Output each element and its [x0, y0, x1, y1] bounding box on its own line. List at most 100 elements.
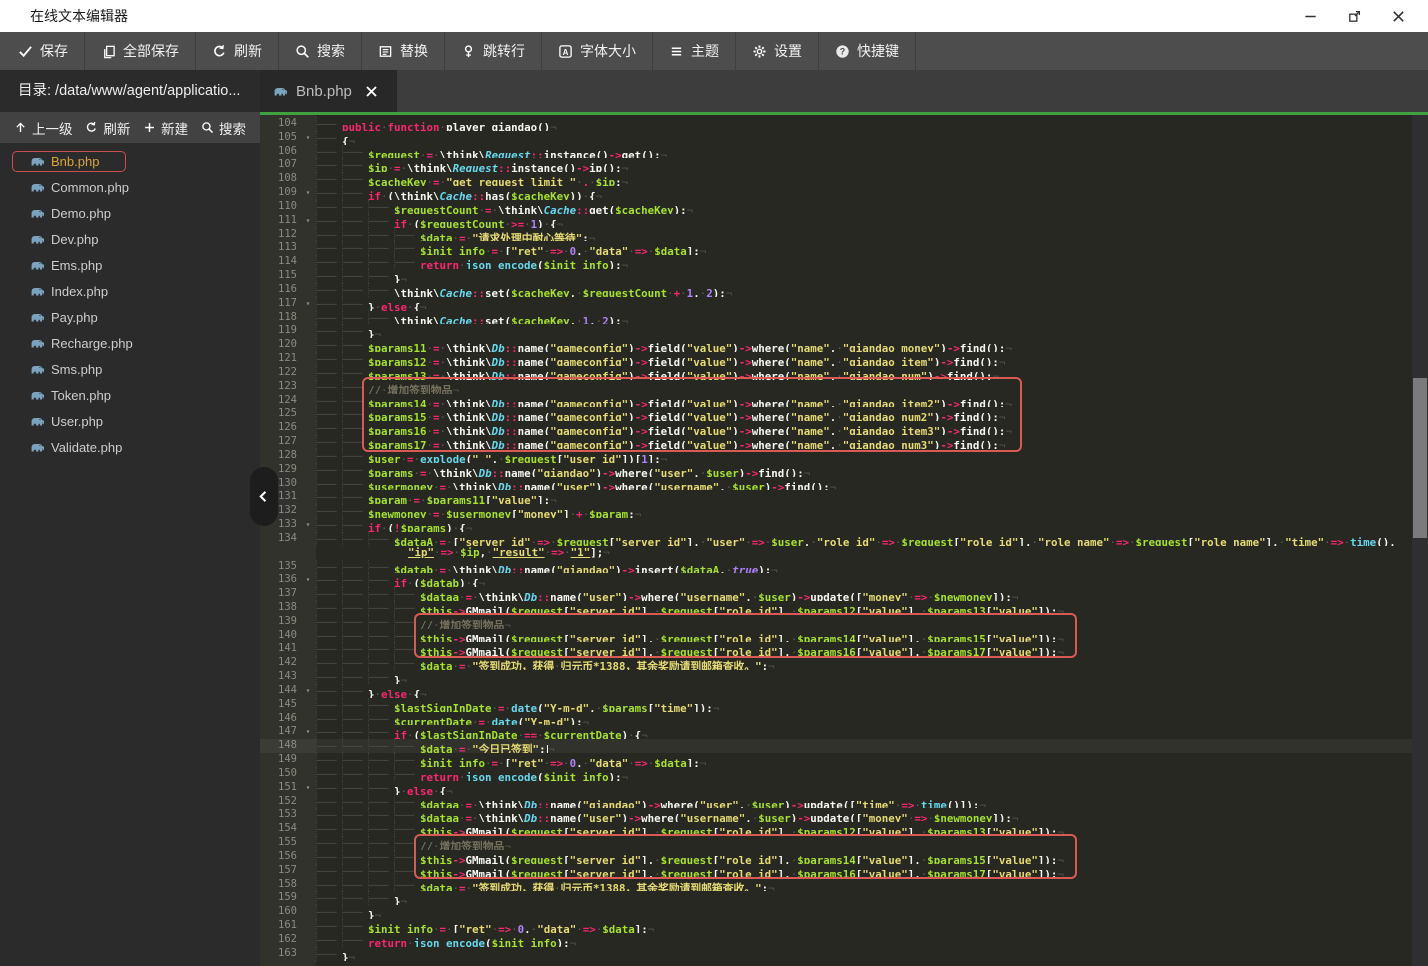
code-text[interactable]: ——————$user·=·explode("_",·$request["use…: [316, 449, 1412, 463]
code-text[interactable]: —————————\think\Cache::set($cacheKey,·1,…: [316, 311, 1412, 325]
code-line[interactable]: 139————————————//·增加签到物品¬: [260, 615, 1412, 629]
file-item-common-php[interactable]: Common.php: [0, 174, 260, 200]
code-text[interactable]: ————————————$init_info·=·["ret"·=>·0,·"d…: [316, 753, 1412, 767]
file-item-sms-php[interactable]: Sms.php: [0, 356, 260, 382]
fold-arrow-icon[interactable]: ▾: [300, 186, 316, 200]
code-line[interactable]: 110—————————$requestCount·=·\think\Cache…: [260, 200, 1412, 214]
file-item-user-php[interactable]: User.php: [0, 408, 260, 434]
code-text[interactable]: ——————}·else·{¬: [316, 297, 1412, 311]
code-text[interactable]: ——————$params·=·\think\Db::name("qiandao…: [316, 463, 1412, 477]
code-text[interactable]: ————————————$dataa·=·\think\Db::name("qi…: [316, 795, 1412, 809]
code-line[interactable]: 157————————————$this->GMmail($request["s…: [260, 864, 1412, 878]
minimize-button[interactable]: [1288, 0, 1332, 32]
code-line[interactable]: 120——————$params11·=·\think\Db::name("ga…: [260, 338, 1412, 352]
code-line[interactable]: 117▾——————}·else·{¬: [260, 297, 1412, 311]
code-text[interactable]: ——————$params12·=·\think\Db::name("gamec…: [316, 352, 1412, 366]
save-button[interactable]: 保存: [0, 32, 85, 70]
code-text[interactable]: ————————————$this->GMmail($request["serv…: [316, 601, 1412, 615]
code-text[interactable]: ——————$params16·=·\think\Db::name("gamec…: [316, 421, 1412, 435]
code-line[interactable]: 115—————————}¬: [260, 269, 1412, 283]
refresh-button[interactable]: 刷新: [196, 32, 279, 70]
code-line[interactable]: 128——————$user·=·explode("_",·$request["…: [260, 449, 1412, 463]
code-text[interactable]: —————————$requestCount·=·\think\Cache::g…: [316, 200, 1412, 214]
code-line[interactable]: 142————————————$data·=·"签到成功，获得·归元币*1388…: [260, 656, 1412, 670]
code-line[interactable]: 150————————————return·json_encode($init_…: [260, 767, 1412, 781]
code-text[interactable]: ————————————$this->GMmail($request["serv…: [316, 822, 1412, 836]
code-line[interactable]: 116—————————\think\Cache::set($cacheKey,…: [260, 283, 1412, 297]
code-line[interactable]: 121——————$params12·=·\think\Db::name("ga…: [260, 352, 1412, 366]
code-line[interactable]: 152————————————$dataa·=·\think\Db::name(…: [260, 795, 1412, 809]
code-text[interactable]: ———{¬: [316, 131, 1412, 145]
code-text[interactable]: —————————$currentDate·=·date("Y-m-d");¬: [316, 712, 1412, 726]
code-text[interactable]: ——————$param·=·$params11["value"];¬: [316, 490, 1412, 504]
maximize-button[interactable]: [1332, 0, 1376, 32]
fold-arrow-icon[interactable]: ▾: [300, 131, 316, 145]
code-line[interactable]: 151▾—————————}·else·{¬: [260, 781, 1412, 795]
replace-button[interactable]: 替换: [362, 32, 445, 70]
code-text[interactable]: ——————}¬: [316, 324, 1412, 338]
code-line[interactable]: 145—————————$lastSignInDate·=·date("Y-m-…: [260, 698, 1412, 712]
code-text[interactable]: ——————$request·=·\think\Request::instanc…: [316, 145, 1412, 159]
code-line[interactable]: 153————————————$dataa·=·\think\Db::name(…: [260, 808, 1412, 822]
code-line[interactable]: 134—————————$dataA·=·["server_id"·=>·$re…: [260, 532, 1412, 546]
fold-arrow-icon[interactable]: ▾: [300, 297, 316, 311]
hotkeys-button[interactable]: ?快捷键: [819, 32, 916, 70]
code-line[interactable]: 112————————————$data·=·"请求处理中耐心等待";¬: [260, 228, 1412, 242]
code-line[interactable]: 125——————$params15·=·\think\Db::name("ga…: [260, 407, 1412, 421]
code-line[interactable]: 108——————$cacheKey·=·"get_request_limit_…: [260, 172, 1412, 186]
code-line[interactable]: 143—————————}¬: [260, 670, 1412, 684]
code-text[interactable]: ————————————$data·=·"签到成功，获得·归元币*1388，其余…: [316, 878, 1412, 892]
file-item-index-php[interactable]: Index.php: [0, 278, 260, 304]
code-line[interactable]: 163———}¬: [260, 947, 1412, 961]
code-text[interactable]: —————————$datab·=·\think\Db::name("qiand…: [316, 560, 1412, 574]
file-item-dev-php[interactable]: Dev.php: [0, 226, 260, 252]
file-item-ems-php[interactable]: Ems.php: [0, 252, 260, 278]
code-text[interactable]: ————————————$this->GMmail($request["serv…: [316, 864, 1412, 878]
code-line[interactable]: 105▾———{¬: [260, 131, 1412, 145]
code-text[interactable]: ———}¬: [316, 947, 1412, 961]
code-text[interactable]: —————————if·($datab)·{¬: [316, 573, 1412, 587]
code-line[interactable]: 147▾—————————if·($lastSignInDate·==·$cur…: [260, 725, 1412, 739]
code-line[interactable]: 127——————$params17·=·\think\Db::name("ga…: [260, 435, 1412, 449]
tab-bnb-php[interactable]: Bnb.php: [260, 70, 397, 112]
code-line[interactable]: 148————————————$data·=·"今日已签到";¬: [260, 739, 1412, 753]
code-text[interactable]: ——————return·json_encode($init_info);¬: [316, 933, 1412, 947]
code-line[interactable]: 138————————————$this->GMmail($request["s…: [260, 601, 1412, 615]
code-line[interactable]: 124——————$params14·=·\think\Db::name("ga…: [260, 394, 1412, 408]
code-line[interactable]: 119——————}¬: [260, 324, 1412, 338]
code-line[interactable]: 144▾——————}·else·{¬: [260, 684, 1412, 698]
code-text[interactable]: ————————————$this->GMmail($request["serv…: [316, 629, 1412, 643]
tab-close-icon[interactable]: [365, 85, 378, 98]
sidebar-up-level-button[interactable]: 上一级: [14, 118, 73, 138]
font-size-button[interactable]: A字体大小: [542, 32, 653, 70]
code-text[interactable]: ——————$params13·=·\think\Db::name("gamec…: [316, 366, 1412, 380]
code-line[interactable]: 161——————$init_info·=·["ret"·=>·0,·"data…: [260, 919, 1412, 933]
code-text[interactable]: —————————if·($requestCount·>=·1)·{¬: [316, 214, 1412, 228]
code-line[interactable]: 122——————$params13·=·\think\Db::name("ga…: [260, 366, 1412, 380]
code-text[interactable]: ————————————return·json_encode($init_inf…: [316, 767, 1412, 781]
code-line[interactable]: 129——————$params·=·\think\Db::name("qian…: [260, 463, 1412, 477]
fold-arrow-icon[interactable]: ▾: [300, 214, 316, 228]
code-area[interactable]: 104———public·function·player_qiandao()¬1…: [260, 115, 1412, 966]
code-line[interactable]: 131——————$param·=·$params11["value"];¬: [260, 490, 1412, 504]
sidebar-new-file-button[interactable]: 新建: [143, 118, 188, 138]
code-line[interactable]: 106——————$request·=·\think\Request::inst…: [260, 145, 1412, 159]
code-text[interactable]: ——————$newmoney·=·$usermoney["money"]·+·…: [316, 504, 1412, 518]
settings-button[interactable]: 设置: [736, 32, 819, 70]
code-line[interactable]: 162——————return·json_encode($init_info);…: [260, 933, 1412, 947]
file-item-demo-php[interactable]: Demo.php: [0, 200, 260, 226]
code-line[interactable]: 123——————//·增加签到物品¬: [260, 380, 1412, 394]
code-line[interactable]: 140————————————$this->GMmail($request["s…: [260, 629, 1412, 643]
code-line[interactable]: 156————————————$this->GMmail($request["s…: [260, 850, 1412, 864]
save-all-button[interactable]: 全部保存: [85, 32, 196, 70]
close-button[interactable]: [1376, 0, 1420, 32]
code-text[interactable]: ————————————$data·=·"签到成功，获得·归元币*1388，其余…: [316, 656, 1412, 670]
code-text[interactable]: ————————————$this->GMmail($request["serv…: [316, 642, 1412, 656]
code-text[interactable]: ——————$params11·=·\think\Db::name("gamec…: [316, 338, 1412, 352]
code-line[interactable]: 158————————————$data·=·"签到成功，获得·归元币*1388…: [260, 878, 1412, 892]
code-text[interactable]: ————————————$init_info·=·["ret"·=>·0,·"d…: [316, 241, 1412, 255]
code-line[interactable]: 114————————————return·json_encode($init_…: [260, 255, 1412, 269]
code-line[interactable]: 135—————————$datab·=·\think\Db::name("qi…: [260, 560, 1412, 574]
code-text[interactable]: ————————————$data·=·"请求处理中耐心等待";¬: [316, 228, 1412, 242]
file-item-recharge-php[interactable]: Recharge.php: [0, 330, 260, 356]
